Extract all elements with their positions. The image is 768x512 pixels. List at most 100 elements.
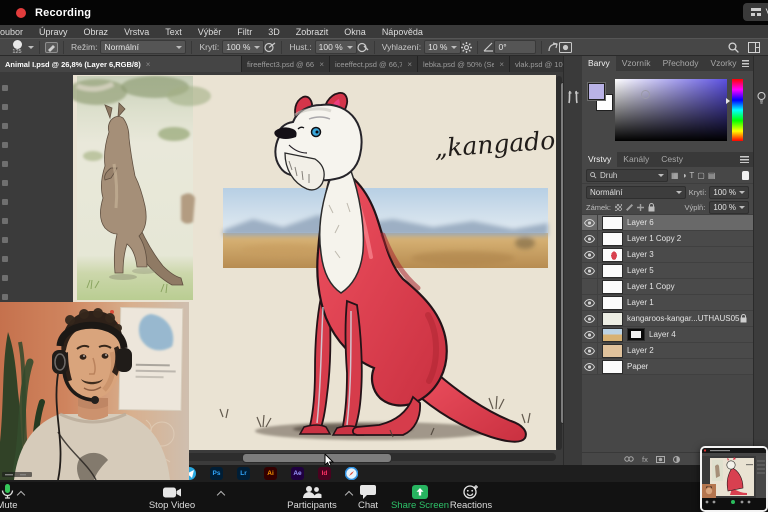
layer-thumbnail[interactable] xyxy=(602,264,623,278)
layer-row[interactable]: kangaroos-kangar...UTHAUS0519 Copy xyxy=(582,311,753,327)
panel-tab-cesty[interactable]: Cesty xyxy=(655,152,689,167)
brushes-panel-icon[interactable] xyxy=(567,90,580,104)
document-tab[interactable]: iceeffect.psd @ 66,7% (Vrs... × xyxy=(330,56,418,72)
view-button[interactable]: View xyxy=(743,3,768,21)
layer-visibility-toggle[interactable] xyxy=(582,279,598,294)
pressure-opacity-icon[interactable] xyxy=(264,42,276,53)
layer-opacity-select[interactable]: 100 % xyxy=(709,186,749,199)
layer-mask-thumbnail[interactable] xyxy=(627,328,645,341)
menu-item-8[interactable]: Zobrazit xyxy=(288,27,337,37)
hue-slider[interactable] xyxy=(732,79,743,141)
layer-thumbnail[interactable] xyxy=(602,360,623,374)
lock-position-icon[interactable] xyxy=(637,204,644,211)
add-mask-icon[interactable] xyxy=(656,456,665,463)
visibility-eye-icon[interactable] xyxy=(584,251,595,259)
layer-thumbnail[interactable] xyxy=(602,344,623,358)
menu-item-9[interactable]: Okna xyxy=(336,27,374,37)
panel-tab-přechody[interactable]: Přechody xyxy=(657,56,705,71)
layer-visibility-toggle[interactable] xyxy=(582,327,598,342)
layer-row[interactable]: Layer 3 xyxy=(582,247,753,263)
link-layers-icon[interactable] xyxy=(624,456,634,462)
blend-mode-select[interactable]: Normální xyxy=(100,40,186,54)
lock-pixels-icon[interactable] xyxy=(626,204,633,211)
reactions-button[interactable]: Reactions xyxy=(440,484,502,511)
brush-preset-icon[interactable] xyxy=(45,42,58,53)
dock-icon-indesign[interactable]: Id xyxy=(318,467,331,480)
menu-item-2[interactable]: Obraz xyxy=(76,27,117,37)
search-icon[interactable] xyxy=(728,42,739,53)
layer-thumbnail[interactable] xyxy=(602,232,623,246)
colors-panel[interactable] xyxy=(582,71,753,151)
layer-row[interactable]: Layer 6 xyxy=(582,215,753,231)
angle-input[interactable]: 0° xyxy=(494,40,536,54)
filter-toggle-icon[interactable] xyxy=(742,171,749,180)
layer-fill-select[interactable]: 100 % xyxy=(709,201,749,214)
layer-name[interactable]: Layer 5 xyxy=(627,266,654,275)
layer-name[interactable]: Layer 1 Copy xyxy=(627,282,675,291)
close-tab-icon[interactable]: × xyxy=(407,60,412,69)
layer-thumbnail[interactable] xyxy=(602,296,623,310)
document-tab[interactable]: Animal I.psd @ 26,8% (Layer 6,RGB/8) × xyxy=(0,56,242,72)
video-options-caret[interactable] xyxy=(218,490,225,497)
filter-shape-icon[interactable]: ▢ xyxy=(697,171,705,181)
document-tab[interactable]: fireeffect3.psd @ 66,7% (L... × xyxy=(242,56,330,72)
layer-effects-icon[interactable]: fx xyxy=(642,455,648,464)
brush-dropdown-icon[interactable] xyxy=(28,46,34,49)
layer-row[interactable]: Paper xyxy=(582,359,753,375)
learn-panel-strip[interactable] xyxy=(753,56,768,465)
visibility-eye-icon[interactable] xyxy=(584,315,595,323)
gear-icon[interactable] xyxy=(461,42,472,53)
menu-item-0[interactable]: Soubor xyxy=(0,27,31,37)
menu-item-3[interactable]: Vrstva xyxy=(116,27,157,37)
layer-name[interactable]: kangaroos-kangar...UTHAUS0519 Copy xyxy=(627,314,740,323)
filter-type-icon[interactable]: T xyxy=(689,171,694,181)
panel-tab-barvy[interactable]: Barvy xyxy=(582,56,616,71)
layer-name[interactable]: Layer 1 xyxy=(627,298,654,307)
layer-visibility-toggle[interactable] xyxy=(582,247,598,262)
layer-name[interactable]: Layer 1 Copy 2 xyxy=(627,234,681,243)
foreground-color-swatch[interactable] xyxy=(588,83,605,100)
menu-item-7[interactable]: 3D xyxy=(260,27,288,37)
dock-icon-safari[interactable] xyxy=(345,467,358,480)
layer-row[interactable]: Layer 4 xyxy=(582,327,753,343)
layer-thumbnail[interactable] xyxy=(602,280,623,294)
panel-tab-vrstvy[interactable]: Vrstvy xyxy=(582,152,617,167)
hue-slider-marker[interactable] xyxy=(726,98,730,104)
mute-options-caret[interactable] xyxy=(18,490,25,497)
workspace-icon[interactable] xyxy=(748,42,760,53)
layer-name[interactable]: Layer 4 xyxy=(649,330,676,339)
menu-item-6[interactable]: Filtr xyxy=(229,27,260,37)
layer-name[interactable]: Layer 6 xyxy=(627,218,654,227)
collapsed-panel-dock[interactable] xyxy=(563,56,584,465)
visibility-eye-icon[interactable] xyxy=(584,363,595,371)
menu-item-10[interactable]: Nápověda xyxy=(374,27,431,37)
symmetry-icon[interactable] xyxy=(547,42,559,53)
dock-icon-illustrator[interactable]: Ai xyxy=(264,467,277,480)
scrollbar-thumb[interactable] xyxy=(242,453,392,463)
filter-smart-object-icon[interactable]: ▤ xyxy=(708,171,716,181)
vertical-scrollbar[interactable] xyxy=(556,76,562,450)
document-tab[interactable]: vlak.psd @ 100% (Group 1... × xyxy=(510,56,563,72)
mask-edit-icon[interactable] xyxy=(559,42,572,53)
participants-button[interactable]: Participants xyxy=(275,484,349,511)
panel-menu-icon[interactable] xyxy=(742,60,749,67)
layer-visibility-toggle[interactable] xyxy=(582,231,598,246)
flow-select[interactable]: 100 % xyxy=(315,40,357,54)
screen-share-preview[interactable] xyxy=(700,446,768,512)
layer-thumbnail[interactable] xyxy=(602,328,623,342)
lightbulb-icon[interactable] xyxy=(757,92,766,105)
layer-blend-mode-select[interactable]: Normální xyxy=(586,186,686,199)
menu-item-1[interactable]: Úpravy xyxy=(31,27,76,37)
layer-thumbnail[interactable] xyxy=(602,216,623,230)
filter-adjustment-icon[interactable]: ◑ xyxy=(682,171,687,181)
visibility-eye-icon[interactable] xyxy=(584,347,595,355)
layer-filter-select[interactable]: Druh xyxy=(586,169,668,182)
dock-icon-photoshop[interactable]: Ps xyxy=(210,467,223,480)
adjustment-layer-icon[interactable] xyxy=(673,456,680,463)
panel-tab-vzorky[interactable]: Vzorky xyxy=(704,56,742,71)
saturation-brightness-box[interactable] xyxy=(615,79,727,141)
layer-visibility-toggle[interactable] xyxy=(582,359,598,374)
layer-row[interactable]: Layer 1 Copy xyxy=(582,279,753,295)
dock-icon-after-effects[interactable]: Ae xyxy=(291,467,304,480)
panel-tab-vzorník[interactable]: Vzorník xyxy=(616,56,657,71)
